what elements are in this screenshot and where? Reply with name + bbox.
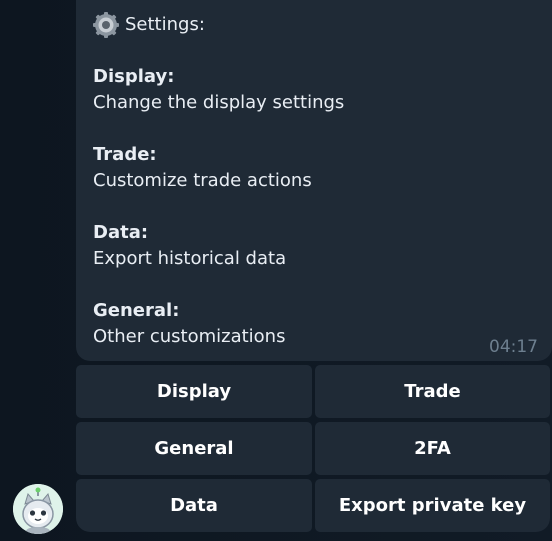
section-description: Other customizations	[93, 326, 286, 347]
section-description: Customize trade actions	[93, 170, 312, 191]
2fa-button[interactable]: 2FA	[315, 422, 550, 475]
general-button[interactable]: General	[76, 422, 312, 475]
section-trade: Trade: Customize trade actions	[93, 142, 312, 194]
chat-area: Settings: Display: Change the display se…	[0, 0, 552, 541]
section-description: Export historical data	[93, 248, 287, 269]
section-heading: Trade:	[93, 144, 157, 165]
data-button[interactable]: Data	[76, 479, 312, 532]
section-data: Data: Export historical data	[93, 220, 286, 272]
section-heading: General:	[93, 300, 180, 321]
message-timestamp: 04:17	[489, 337, 538, 357]
gear-icon	[93, 12, 119, 38]
cat-robot-avatar-icon	[13, 484, 63, 534]
trade-button[interactable]: Trade	[315, 365, 550, 418]
section-heading: Data:	[93, 222, 149, 243]
export-private-key-button[interactable]: Export private key	[315, 479, 550, 532]
message-title-text: Settings:	[125, 14, 205, 35]
display-button[interactable]: Display	[76, 365, 312, 418]
section-general: General: Other customizations	[93, 298, 285, 350]
section-display: Display: Change the display settings	[93, 64, 344, 116]
message-bubble: Settings: Display: Change the display se…	[76, 0, 552, 361]
bot-avatar[interactable]	[13, 484, 63, 534]
section-heading: Display:	[93, 66, 175, 87]
section-description: Change the display settings	[93, 92, 345, 113]
message-title: Settings:	[93, 12, 205, 38]
